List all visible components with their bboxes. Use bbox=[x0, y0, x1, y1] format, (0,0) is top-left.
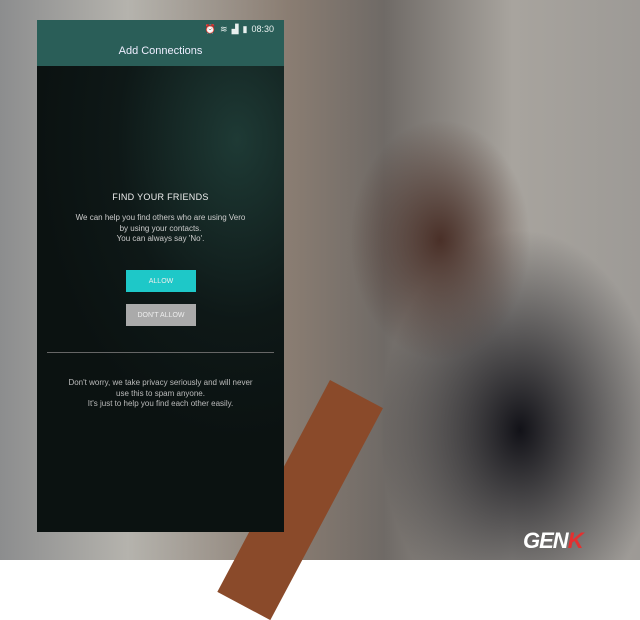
privacy-line: use this to spam anyone. bbox=[37, 389, 284, 400]
alarm-icon: ⏰ bbox=[205, 24, 216, 35]
logo-text: GEN bbox=[523, 528, 568, 553]
logo-accent: K bbox=[568, 528, 583, 553]
status-time: 08:30 bbox=[251, 24, 274, 34]
wifi-icon: ≋ bbox=[220, 24, 228, 35]
privacy-line: It's just to help you find each other ea… bbox=[37, 399, 284, 410]
genk-logo: GENK bbox=[523, 528, 583, 554]
description-line: by using your contacts. bbox=[37, 224, 284, 235]
privacy-line: Don't worry, we take privacy seriously a… bbox=[37, 378, 284, 389]
description-line: We can help you find others who are usin… bbox=[37, 213, 284, 224]
description: We can help you find others who are usin… bbox=[37, 213, 284, 245]
dont-allow-button[interactable]: DON'T ALLOW bbox=[126, 304, 196, 326]
privacy-note: Don't worry, we take privacy seriously a… bbox=[37, 378, 284, 410]
divider bbox=[47, 352, 274, 353]
signal-icon: ▟ bbox=[232, 24, 239, 35]
page-title: Add Connections bbox=[37, 38, 284, 66]
phone-screen: ⏰ ≋ ▟ ▮ 08:30 Add Connections FIND YOUR … bbox=[37, 20, 284, 532]
battery-icon: ▮ bbox=[243, 24, 248, 35]
description-line: You can always say 'No'. bbox=[37, 234, 284, 245]
status-bar: ⏰ ≋ ▟ ▮ 08:30 bbox=[37, 20, 284, 38]
section-title: FIND YOUR FRIENDS bbox=[37, 192, 284, 202]
allow-button[interactable]: ALLOW bbox=[126, 270, 196, 292]
